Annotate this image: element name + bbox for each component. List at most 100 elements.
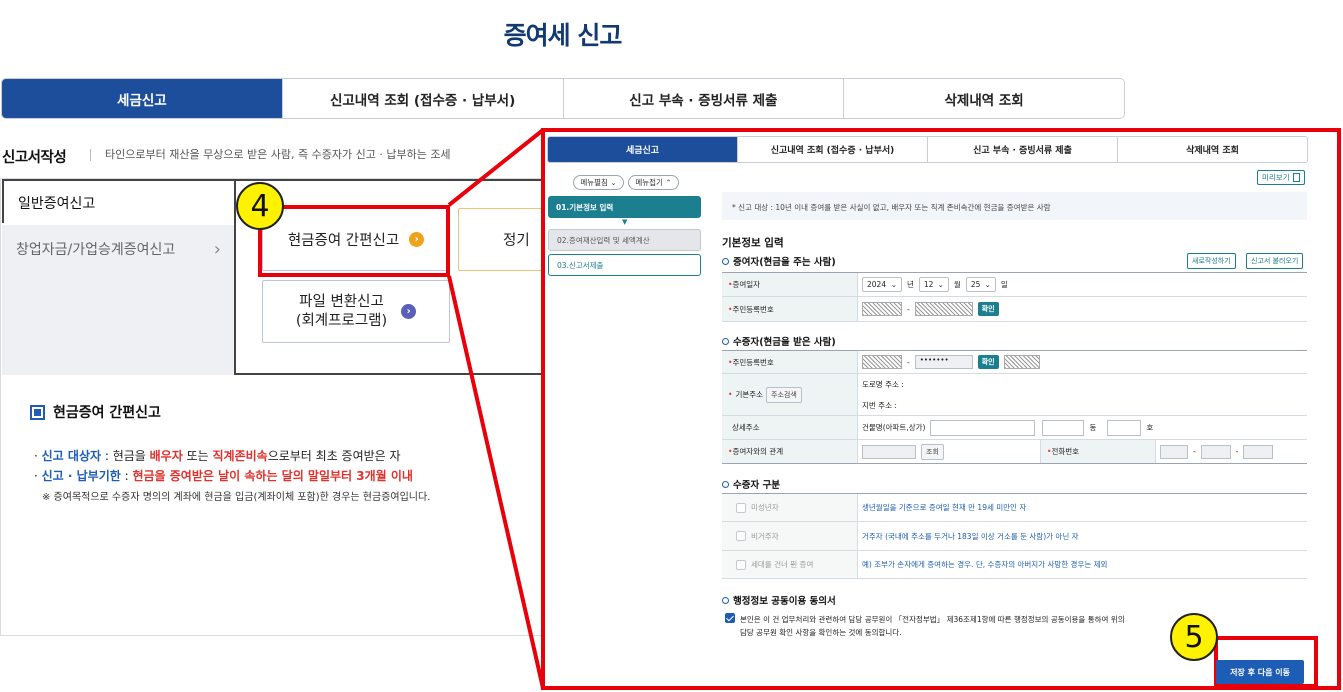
skip-generation-option[interactable]: 세대를 건너 뛴 증여 [722,551,858,578]
panel-tab-report-history[interactable]: 신고내역 조회 (접수증 · 납부서) [738,137,928,162]
connector-top [447,128,545,207]
circle-bullet-icon [722,257,729,265]
detail-address-cell: 건물명(아파트,상가) 동 호 [858,416,1307,439]
menu-collapse-button[interactable]: 메뉴접기 ⌃ [628,175,679,190]
skip-generation-checkbox[interactable] [736,559,746,570]
note-text: : 현금을 [101,449,150,463]
donor-rrn-front-input[interactable] [862,302,902,316]
relation-cell: 조회 [858,440,1040,463]
preview-button[interactable]: 미리보기 [1257,170,1305,185]
gift-date-cell: 2024 ⌄ 년 12 ⌄ 월 25 ⌄ 일 [858,273,1307,296]
month-unit: 월 [953,280,961,289]
donee-title: 수증자(현금을 받은 사람) [722,334,836,348]
relation-input[interactable] [862,444,916,459]
circle-bullet-icon [722,337,729,345]
consent-checkbox[interactable] [725,613,735,623]
donee-rrn-extra [1003,355,1040,369]
minor-desc: 생년월일을 기준으로 증여일 현재 만 19세 미만인 자 [862,503,1027,512]
note-line-1: · 신고 대상자 : 현금을 배우자 또는 직계존비속으로부터 최초 증여받은 … [34,449,401,463]
step-submit[interactable]: 03.신고서제출 [548,254,701,276]
minor-option[interactable]: 미성년자 [722,494,858,521]
note-text: 으로부터 최초 증여받은 자 [267,449,401,463]
skip-generation-desc: 예) 조부가 손자에게 증여하는 경우. 단, 수증자의 아버지가 사망한 경우… [862,560,1108,569]
ho-label: 호 [1146,423,1154,432]
donor-rrn-confirm-button[interactable]: 확인 [977,302,999,316]
consent-title-label: 행정정보 공동이용 동의서 [733,596,836,607]
note-text: 또는 [182,449,213,463]
nonresident-checkbox[interactable] [736,531,746,541]
donor-title-label: 증여자(현금을 주는 사람) [733,257,836,268]
panel-tab-attachment-submit[interactable]: 신고 부속 · 증빙서류 제출 [928,137,1118,162]
month-select[interactable]: 12 ⌄ [918,277,949,292]
building-input[interactable] [930,419,1036,436]
panel-tab-deleted-history[interactable]: 삭제내역 조회 [1118,137,1307,162]
note-highlight: 배우자 [149,449,183,463]
relation-lookup-button[interactable]: 조회 [921,443,944,460]
step-basic-info[interactable]: 01.기본정보 입력 [548,196,701,218]
note-line-2: · 신고 · 납부기한 : 현금을 증여받은 날이 속하는 달의 말일부터 3개… [34,469,413,483]
save-next-button[interactable]: 저장 후 다음 이동 [1216,660,1304,684]
dong-input[interactable] [1042,419,1085,436]
step-gift-input[interactable]: 02.증여재산입력 및 세액계산 [548,229,701,251]
phone-input-2[interactable] [1200,444,1231,459]
donor-rrn-label: • 주민등록번호 [722,297,858,321]
step-down-icon: ▼ [622,218,628,226]
note-title: 현금증여 간편신고 [53,405,161,421]
nonresident-desc: 거주자 (국내에 주소를 두거나 183일 이상 거소를 둔 사람)가 아닌 자 [862,531,1079,541]
phone-input-3[interactable] [1243,444,1274,459]
year-select[interactable]: 2024 ⌄ [862,277,902,292]
consent-text: 본인은 이 건 업무처리와 관련하여 담당 공무원이 「전자정부법」 제36조제… [740,613,1125,639]
building-label: 건물명(아파트,상가) [862,423,926,432]
note-line-3: ※ 증여목적으로 수증자 명의의 계좌에 현금을 입금(계좌이체 포함)한 경우… [42,492,431,503]
dash: - [1193,447,1196,456]
day-unit: 일 [1000,280,1008,289]
ho-input[interactable] [1107,419,1142,436]
dong-label: 동 [1089,423,1097,432]
preview-label: 미리보기 [1262,173,1290,182]
relation-label: • 증여자와의 관계 [722,440,858,463]
donee-type-row-skip: 세대를 건너 뛴 증여 예) 조부가 손자에게 증여하는 경우. 단, 수증자의… [722,551,1307,579]
address-row: • 기본주소 주소검색 도로명 주소 : 지번 주소 : [722,374,1307,416]
address-cell: 도로명 주소 : 지번 주소 : [858,374,1307,415]
notice-box: * 신고 대상 : 10년 이내 증여를 받은 사실이 없고, 배우자 또는 직… [722,192,1307,220]
donee-rrn-label: • 주민등록번호 [722,351,858,373]
donee-rrn-cell: - ••••••• 확인 [858,351,1307,373]
lot-address: 지번 주소 : [862,400,897,410]
donee-rrn-confirm-button[interactable]: 확인 [977,355,999,369]
load-report-button[interactable]: 신고서 불러오기 [1246,253,1304,269]
address-search-button[interactable]: 주소검색 [766,386,802,403]
connector-bottom [447,275,545,689]
note-highlight: 직계존비속 [212,449,268,463]
detail-address-label: 상세주소 [722,416,858,439]
donee-rrn-row: • 주민등록번호 - ••••••• 확인 [722,351,1307,374]
phone-input-1[interactable] [1160,444,1188,459]
gift-date-label: • 증여일자 [722,273,858,296]
consent-text-line1: 본인은 이 건 업무처리와 관련하여 담당 공무원이 「전자정부법」 제36조제… [740,615,1125,624]
note-text: : [120,469,133,483]
new-write-button[interactable]: 새로작성하기 [1187,253,1236,269]
step-badge-4: 4 [236,182,284,230]
donee-rrn-back-input[interactable]: ••••••• [914,355,973,369]
gift-date-row: • 증여일자 2024 ⌄ 년 12 ⌄ 월 25 ⌄ 일 [722,273,1307,297]
panel-tabs: 세금신고 신고내역 조회 (접수증 · 납부서) 신고 부속 · 증빙서류 제출… [547,136,1308,163]
donee-type-row-nonresident: 비거주자 거주자 (국내에 주소를 두거나 183일 이상 거소를 둔 사람)가… [722,522,1307,551]
menu-expand-button[interactable]: 메뉴펼침 ⌄ [573,175,624,190]
donor-rrn-cell: - 확인 [858,297,1307,321]
basic-info-title: 기본정보 입력 [722,237,784,249]
note-deadline-label: 신고 · 납부기한 [41,469,121,483]
address-label: • 기본주소 주소검색 [722,374,858,415]
donee-title-label: 수증자(현금을 받은 사람) [733,337,836,348]
donor-rrn-back-input[interactable] [914,302,973,316]
phone-cell: - - [1156,440,1307,463]
nonresident-option[interactable]: 비거주자 [722,522,858,550]
minor-checkbox[interactable] [736,502,746,513]
consent-title: 행정정보 공동이용 동의서 [722,593,836,607]
detail-address-row: 상세주소 건물명(아파트,상가) 동 호 [722,416,1307,440]
day-select[interactable]: 25 ⌄ [965,277,996,292]
relation-row: • 증여자와의 관계 조회 • 전화번호 - - [722,440,1307,464]
circle-bullet-icon [722,596,729,604]
panel-tab-tax-report[interactable]: 세금신고 [548,137,738,162]
donee-rrn-front-input[interactable] [862,355,902,369]
circle-bullet-icon [722,480,729,488]
year-unit: 년 [907,280,914,289]
